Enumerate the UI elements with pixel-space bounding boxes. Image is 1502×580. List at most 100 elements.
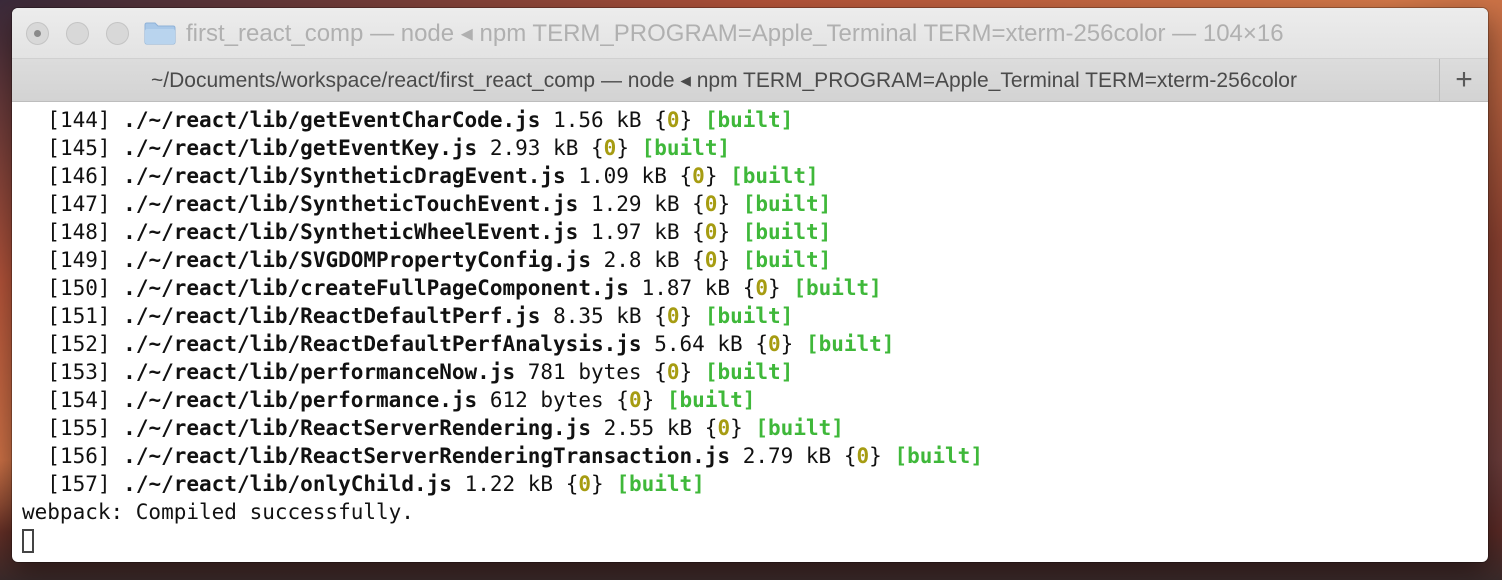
- minimize-button[interactable]: [66, 22, 89, 45]
- build-status: [built]: [704, 108, 794, 132]
- module-id: [155]: [47, 416, 111, 440]
- folder-icon: [144, 21, 176, 45]
- chunk-id: 0: [692, 164, 705, 188]
- module-id: [146]: [47, 164, 111, 188]
- module-path: ./~/react/lib/performanceNow.js: [123, 360, 516, 384]
- module-path: ./~/react/lib/SyntheticWheelEvent.js: [123, 220, 579, 244]
- terminal-line: [145] ./~/react/lib/getEventKey.js 2.93 …: [47, 136, 731, 160]
- terminal-line: [150] ./~/react/lib/createFullPageCompon…: [47, 276, 882, 300]
- cursor: [22, 529, 34, 553]
- build-status: [built]: [742, 248, 832, 272]
- module-size: 1.22 kB: [464, 472, 554, 496]
- build-status: [built]: [805, 332, 895, 356]
- terminal-line: [154] ./~/react/lib/performance.js 612 b…: [47, 388, 756, 412]
- module-id: [150]: [47, 276, 111, 300]
- module-path: ./~/react/lib/SyntheticDragEvent.js: [123, 164, 566, 188]
- chunk-id: 0: [704, 248, 718, 272]
- chunk-id: 0: [578, 472, 592, 496]
- chunk-id: 0: [666, 108, 680, 132]
- module-id: [154]: [47, 388, 111, 412]
- module-id: [156]: [47, 444, 111, 468]
- module-id: [144]: [47, 108, 111, 132]
- module-path: ./~/react/lib/SVGDOMPropertyConfig.js: [123, 248, 591, 272]
- module-size: 1.87 kB: [641, 276, 731, 300]
- compile-message: webpack: Compiled successfully.: [22, 500, 414, 524]
- terminal-line: [156] ./~/react/lib/ReactServerRendering…: [47, 444, 983, 468]
- chunk-id: 0: [603, 136, 617, 160]
- module-size: 2.93 kB: [489, 136, 579, 160]
- terminal-line: [149] ./~/react/lib/SVGDOMPropertyConfig…: [47, 248, 832, 272]
- module-id: [153]: [47, 360, 111, 384]
- build-status: [built]: [730, 164, 819, 188]
- terminal-line: [144] ./~/react/lib/getEventCharCode.js …: [47, 108, 794, 132]
- module-size: 1.09 kB: [578, 164, 667, 188]
- module-path: ./~/react/lib/getEventKey.js: [123, 136, 478, 160]
- chunk-id: 0: [768, 332, 781, 356]
- terminal-line: [153] ./~/react/lib/performanceNow.js 78…: [47, 360, 794, 384]
- module-path: ./~/react/lib/SyntheticTouchEvent.js: [123, 192, 579, 216]
- tab-bar: ~/Documents/workspace/react/first_react_…: [12, 59, 1488, 102]
- build-status: [built]: [742, 220, 832, 244]
- plus-icon[interactable]: +: [1439, 59, 1488, 101]
- chunk-id: 0: [666, 360, 680, 384]
- module-size: 1.29 kB: [590, 192, 680, 216]
- prompt-line[interactable]: [22, 526, 1482, 554]
- module-id: [152]: [47, 332, 111, 356]
- module-size: 612 bytes: [489, 388, 604, 412]
- chunk-id: 0: [717, 416, 731, 440]
- chunk-id: 0: [704, 192, 718, 216]
- terminal-line: [152] ./~/react/lib/ReactDefaultPerfAnal…: [47, 332, 895, 356]
- module-id: [149]: [47, 248, 111, 272]
- module-path: ./~/react/lib/ReactDefaultPerfAnalysis.j…: [123, 332, 642, 356]
- module-size: 1.97 kB: [590, 220, 680, 244]
- window-title: first_react_comp — node ◂ npm TERM_PROGR…: [186, 19, 1284, 47]
- module-path: ./~/react/lib/performance.js: [123, 388, 478, 412]
- module-path: ./~/react/lib/ReactServerRenderingTransa…: [123, 444, 731, 468]
- terminal-line: [147] ./~/react/lib/SyntheticTouchEvent.…: [47, 192, 832, 216]
- module-id: [145]: [47, 136, 111, 160]
- close-button[interactable]: [26, 22, 49, 45]
- module-id: [148]: [47, 220, 111, 244]
- build-status: [built]: [793, 276, 882, 300]
- module-path: ./~/react/lib/onlyChild.js: [123, 472, 452, 496]
- module-id: [147]: [47, 192, 111, 216]
- module-id: [151]: [47, 304, 111, 328]
- build-status: [built]: [616, 472, 705, 496]
- module-size: 5.64 kB: [654, 332, 743, 356]
- chunk-id: 0: [856, 444, 870, 468]
- terminal-line: [146] ./~/react/lib/SyntheticDragEvent.j…: [47, 164, 819, 188]
- terminal-line: [151] ./~/react/lib/ReactDefaultPerf.js …: [47, 304, 794, 328]
- module-size: 2.55 kB: [603, 416, 693, 440]
- build-status: [built]: [666, 388, 756, 412]
- terminal-output[interactable]: [144] ./~/react/lib/getEventCharCode.js …: [22, 106, 1482, 558]
- title-bar[interactable]: first_react_comp — node ◂ npm TERM_PROGR…: [12, 8, 1488, 59]
- terminal-line: [157] ./~/react/lib/onlyChild.js 1.22 kB…: [47, 472, 705, 496]
- terminal-line: [148] ./~/react/lib/SyntheticWheelEvent.…: [47, 220, 832, 244]
- module-size: 8.35 kB: [553, 304, 642, 328]
- module-path: ./~/react/lib/getEventCharCode.js: [123, 108, 541, 132]
- build-status: [built]: [704, 304, 794, 328]
- build-status: [built]: [641, 136, 731, 160]
- terminal-window: first_react_comp — node ◂ npm TERM_PROGR…: [12, 8, 1488, 562]
- build-status: [built]: [704, 360, 794, 384]
- chunk-id: 0: [666, 304, 680, 328]
- module-path: ./~/react/lib/createFullPageComponent.js: [123, 276, 629, 300]
- module-size: 1.56 kB: [553, 108, 642, 132]
- tab-active[interactable]: ~/Documents/workspace/react/first_react_…: [12, 59, 1436, 101]
- module-path: ./~/react/lib/ReactDefaultPerf.js: [123, 304, 541, 328]
- module-path: ./~/react/lib/ReactServerRendering.js: [123, 416, 591, 440]
- terminal-line: [155] ./~/react/lib/ReactServerRendering…: [47, 416, 844, 440]
- module-size: 2.79 kB: [742, 444, 832, 468]
- chunk-id: 0: [628, 388, 642, 412]
- traffic-lights: [26, 22, 129, 45]
- module-size: 781 bytes: [527, 360, 642, 384]
- module-id: [157]: [47, 472, 111, 496]
- chunk-id: 0: [755, 276, 769, 300]
- module-size: 2.8 kB: [603, 248, 680, 272]
- build-status: [built]: [742, 192, 832, 216]
- window-title-group: first_react_comp — node ◂ npm TERM_PROGR…: [144, 8, 1284, 58]
- chunk-id: 0: [704, 220, 718, 244]
- zoom-button[interactable]: [106, 22, 129, 45]
- build-status: [built]: [894, 444, 983, 468]
- build-status: [built]: [755, 416, 844, 440]
